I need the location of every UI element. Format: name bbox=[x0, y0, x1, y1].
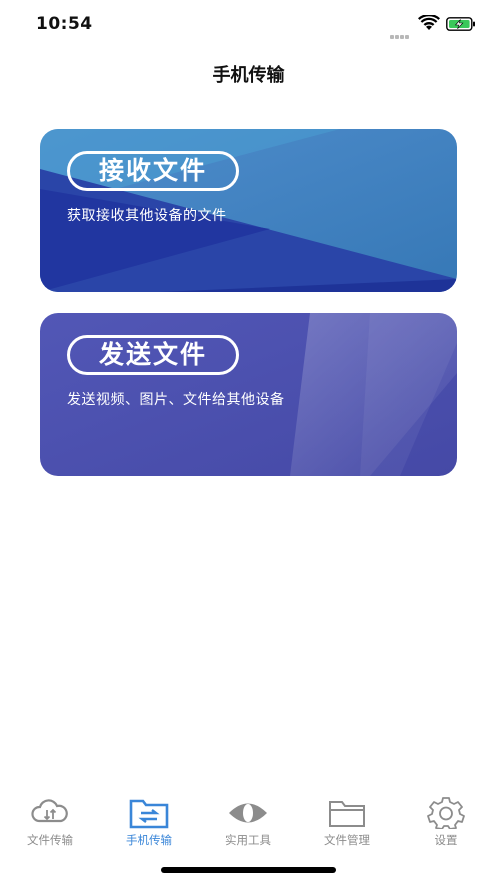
home-indicator bbox=[161, 867, 336, 873]
eye-icon bbox=[229, 803, 267, 823]
tab-phone-transfer-label: 手机传输 bbox=[126, 833, 172, 847]
status-bar: 10:54 bbox=[0, 0, 497, 50]
send-file-title: 发送文件 bbox=[67, 335, 239, 375]
tab-file-manager[interactable]: 文件管理 bbox=[297, 790, 397, 848]
cellular-signal-icon bbox=[390, 24, 412, 39]
wifi-icon bbox=[418, 15, 440, 30]
tab-tools[interactable]: 实用工具 bbox=[198, 790, 298, 848]
status-time: 10:54 bbox=[36, 14, 93, 34]
receive-file-card[interactable]: 接收文件 获取接收其他设备的文件 bbox=[40, 129, 457, 292]
tab-settings-label: 设置 bbox=[434, 833, 458, 847]
tab-bar: 文件传输 手机传输 实用工具 文件管理 设置 bbox=[0, 790, 497, 850]
cloud-transfer-icon bbox=[31, 799, 68, 823]
tab-phone-transfer[interactable]: 手机传输 bbox=[99, 790, 199, 848]
tab-tools-label: 实用工具 bbox=[225, 833, 271, 847]
folder-icon bbox=[329, 801, 365, 827]
send-file-card[interactable]: 发送文件 发送视频、图片、文件给其他设备 bbox=[40, 313, 457, 476]
tab-settings[interactable]: 设置 bbox=[396, 790, 496, 848]
receive-file-subtitle: 获取接收其他设备的文件 bbox=[67, 208, 227, 224]
page-title: 手机传输 bbox=[212, 65, 285, 86]
tab-file-transfer-label: 文件传输 bbox=[27, 833, 73, 847]
tab-file-transfer[interactable]: 文件传输 bbox=[0, 790, 100, 848]
send-file-subtitle: 发送视频、图片、文件给其他设备 bbox=[67, 392, 285, 408]
battery-charging-icon bbox=[446, 17, 475, 31]
folder-transfer-icon bbox=[129, 799, 169, 829]
tab-file-manager-label: 文件管理 bbox=[324, 833, 370, 847]
gear-icon bbox=[427, 797, 465, 829]
receive-file-title: 接收文件 bbox=[67, 151, 239, 191]
